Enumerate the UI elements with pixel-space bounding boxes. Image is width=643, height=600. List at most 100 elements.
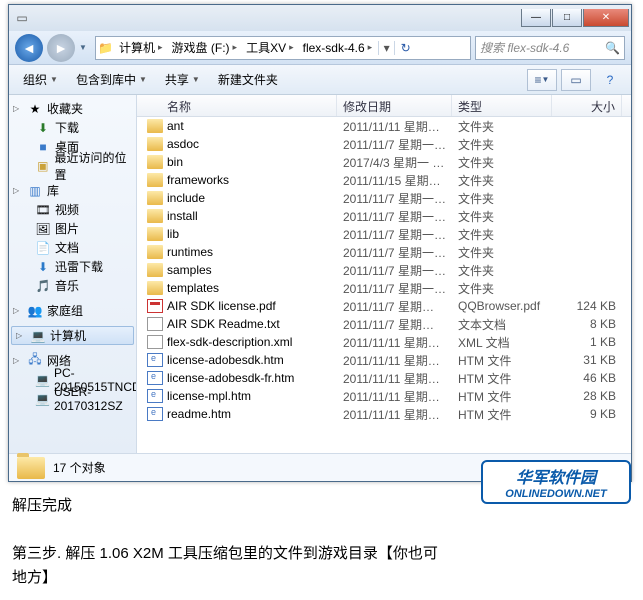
- file-date: 2011/11/7 星期一…: [337, 226, 452, 243]
- file-type: QQBrowser.pdf: [452, 299, 552, 313]
- file-name: asdoc: [167, 137, 199, 151]
- folder-icon: [147, 119, 163, 133]
- sidebar-computer[interactable]: ▷💻计算机: [11, 326, 134, 345]
- table-row[interactable]: bin2017/4/3 星期一 …文件夹: [137, 153, 631, 171]
- crumb-drive[interactable]: 游戏盘 (F:)▸: [169, 37, 244, 59]
- file-date: 2011/11/7 星期一…: [337, 208, 452, 225]
- file-size: 9 KB: [552, 407, 622, 421]
- maximize-button[interactable]: □: [552, 9, 582, 27]
- file-type: 文件夹: [452, 118, 552, 135]
- col-type[interactable]: 类型: [452, 95, 552, 116]
- logo-cn: 华军软件园: [516, 464, 596, 488]
- refresh-button[interactable]: ↻: [394, 41, 416, 55]
- file-type: 文本文档: [452, 316, 552, 333]
- sidebar-recent[interactable]: ▣最近访问的位置: [9, 156, 136, 175]
- sidebar-pc2[interactable]: 💻USER-20170312SZ: [9, 389, 136, 408]
- file-type: 文件夹: [452, 136, 552, 153]
- forward-button[interactable]: ►: [47, 34, 75, 62]
- download-icon: ⬇: [35, 121, 51, 135]
- file-name: runtimes: [167, 245, 213, 259]
- sidebar-favorites[interactable]: ▷★收藏夹: [9, 99, 136, 118]
- library-icon: ▥: [27, 184, 43, 198]
- file-icon: [147, 371, 163, 385]
- minimize-button[interactable]: —: [521, 9, 551, 27]
- folder-icon: [147, 227, 163, 241]
- organize-button[interactable]: 组织▼: [15, 68, 66, 91]
- sidebar-documents[interactable]: 📄文档: [9, 238, 136, 257]
- search-icon[interactable]: 🔍: [605, 41, 620, 55]
- table-row[interactable]: readme.htm2011/11/11 星期…HTM 文件9 KB: [137, 405, 631, 423]
- explorer-body: ▷★收藏夹 ⬇下载 ■桌面 ▣最近访问的位置 ▷▥库 🎞视频 🖼图片 📄文档 ⬇…: [9, 95, 631, 453]
- share-button[interactable]: 共享▼: [157, 68, 208, 91]
- desktop-icon: ■: [35, 140, 51, 154]
- table-row[interactable]: samples2011/11/7 星期一…文件夹: [137, 261, 631, 279]
- file-name: readme.htm: [167, 407, 231, 421]
- table-row[interactable]: license-adobesdk-fr.htm2011/11/11 星期…HTM…: [137, 369, 631, 387]
- search-input[interactable]: 搜索 flex-sdk-4.6 🔍: [475, 36, 625, 60]
- search-placeholder: 搜索 flex-sdk-4.6: [480, 39, 569, 56]
- include-library-button[interactable]: 包含到库中▼: [68, 68, 155, 91]
- help-button[interactable]: ?: [595, 69, 625, 91]
- sidebar-pictures[interactable]: 🖼图片: [9, 219, 136, 238]
- table-row[interactable]: install2011/11/7 星期一…文件夹: [137, 207, 631, 225]
- file-name: AIR SDK license.pdf: [167, 299, 276, 313]
- file-name: ant: [167, 119, 184, 133]
- table-row[interactable]: frameworks2011/11/15 星期…文件夹: [137, 171, 631, 189]
- file-date: 2011/11/11 星期…: [337, 118, 452, 135]
- preview-pane-button[interactable]: ▭: [561, 69, 591, 91]
- table-row[interactable]: flex-sdk-description.xml2011/11/11 星期…XM…: [137, 333, 631, 351]
- file-date: 2011/11/11 星期…: [337, 370, 452, 387]
- col-date[interactable]: 修改日期: [337, 95, 452, 116]
- toolbar: 组织▼ 包含到库中▼ 共享▼ 新建文件夹 ≡ ▼ ▭ ?: [9, 65, 631, 95]
- table-row[interactable]: runtimes2011/11/7 星期一…文件夹: [137, 243, 631, 261]
- table-row[interactable]: license-adobesdk.htm2011/11/11 星期…HTM 文件…: [137, 351, 631, 369]
- table-row[interactable]: AIR SDK Readme.txt2011/11/7 星期…文本文档8 KB: [137, 315, 631, 333]
- text-line-3: 地方】: [12, 566, 631, 590]
- document-icon: 📄: [35, 241, 51, 255]
- table-row[interactable]: ant 2011/11/11 星期…文件夹: [137, 117, 631, 135]
- file-list: 名称 修改日期 类型 大小 ant2011/11/11 星期…文件夹asdoc2…: [137, 95, 631, 453]
- sidebar-homegroup[interactable]: ▷👥家庭组: [9, 301, 136, 320]
- crumb-computer[interactable]: 计算机▸: [116, 37, 169, 59]
- sidebar-libraries[interactable]: ▷▥库: [9, 181, 136, 200]
- col-name[interactable]: 名称: [137, 95, 337, 116]
- address-dropdown[interactable]: ▾: [378, 41, 394, 55]
- file-type: 文件夹: [452, 208, 552, 225]
- back-button[interactable]: ◄: [15, 34, 43, 62]
- table-row[interactable]: lib2011/11/7 星期一…文件夹: [137, 225, 631, 243]
- file-icon: [147, 353, 163, 367]
- table-row[interactable]: asdoc2011/11/7 星期一…文件夹: [137, 135, 631, 153]
- text-line-2: 第三步. 解压 1.06 X2M 工具压缩包里的文件到游戏目录【你也可: [12, 542, 631, 566]
- sidebar-xunlei[interactable]: ⬇迅雷下载: [9, 257, 136, 276]
- file-name: frameworks: [167, 173, 229, 187]
- file-date: 2011/11/7 星期一…: [337, 244, 452, 261]
- file-icon: [147, 317, 163, 331]
- file-type: HTM 文件: [452, 406, 552, 423]
- table-row[interactable]: templates2011/11/7 星期一…文件夹: [137, 279, 631, 297]
- sidebar-downloads[interactable]: ⬇下载: [9, 118, 136, 137]
- new-folder-button[interactable]: 新建文件夹: [210, 68, 286, 91]
- file-type: HTM 文件: [452, 370, 552, 387]
- history-dropdown[interactable]: ▼: [79, 43, 91, 52]
- folder-icon: [147, 137, 163, 151]
- video-icon: 🎞: [35, 203, 51, 217]
- table-row[interactable]: license-mpl.htm2011/11/11 星期…HTM 文件28 KB: [137, 387, 631, 405]
- crumb-tools[interactable]: 工具XV▸: [243, 37, 300, 59]
- table-row[interactable]: include2011/11/7 星期一…文件夹: [137, 189, 631, 207]
- file-type: 文件夹: [452, 262, 552, 279]
- file-name: include: [167, 191, 205, 205]
- col-size[interactable]: 大小: [552, 95, 622, 116]
- column-headers: 名称 修改日期 类型 大小: [137, 95, 631, 117]
- close-button[interactable]: ✕: [583, 9, 629, 27]
- system-menu-icon[interactable]: ▭: [11, 7, 33, 29]
- sidebar-music[interactable]: 🎵音乐: [9, 276, 136, 295]
- folder-icon: [147, 155, 163, 169]
- table-row[interactable]: AIR SDK license.pdf2011/11/7 星期…QQBrowse…: [137, 297, 631, 315]
- sidebar-videos[interactable]: 🎞视频: [9, 200, 136, 219]
- address-bar[interactable]: 📁 计算机▸ 游戏盘 (F:)▸ 工具XV▸ flex-sdk-4.6▸ ▾ ↻: [95, 36, 471, 60]
- crumb-current[interactable]: flex-sdk-4.6▸: [300, 37, 379, 59]
- computer-icon: 💻: [30, 329, 46, 343]
- file-date: 2011/11/15 星期…: [337, 172, 452, 189]
- file-size: 46 KB: [552, 371, 622, 385]
- view-mode-button[interactable]: ≡ ▼: [527, 69, 557, 91]
